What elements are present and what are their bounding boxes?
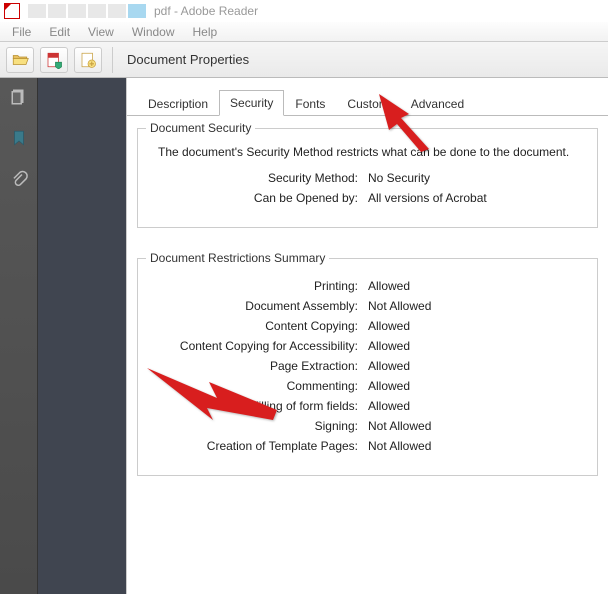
restriction-label: Printing: (148, 279, 368, 293)
save-pdf-button[interactable] (40, 47, 68, 73)
toolbar: Document Properties (0, 42, 608, 78)
thumbnails-icon[interactable] (10, 88, 28, 109)
window-thumb-active[interactable] (128, 4, 146, 18)
restriction-row: Document Assembly:Not Allowed (148, 299, 587, 313)
dialog-title: Document Properties (127, 52, 249, 67)
main-area: Description Security Fonts Custom Advanc… (0, 78, 608, 594)
restriction-value: Allowed (368, 359, 410, 373)
restriction-value: Allowed (368, 279, 410, 293)
security-method-row: Security Method: No Security (148, 171, 587, 185)
tab-fonts[interactable]: Fonts (284, 91, 336, 116)
window-thumbnails (28, 4, 146, 18)
security-intro-text: The document's Security Method restricts… (158, 145, 587, 159)
restriction-label: Commenting: (148, 379, 368, 393)
menubar: File Edit View Window Help (0, 22, 608, 42)
toolbar-separator (112, 47, 113, 73)
restriction-value: Allowed (368, 339, 410, 353)
menu-window[interactable]: Window (124, 23, 183, 41)
open-button[interactable] (6, 47, 34, 73)
restriction-label: Content Copying for Accessibility: (148, 339, 368, 353)
tab-advanced[interactable]: Advanced (400, 91, 475, 116)
restriction-label: Document Assembly: (148, 299, 368, 313)
menu-file[interactable]: File (4, 23, 39, 41)
window-title: pdf - Adobe Reader (154, 4, 258, 18)
menu-view[interactable]: View (80, 23, 122, 41)
restriction-label: Filling of form fields: (148, 399, 368, 413)
restriction-value: Not Allowed (368, 419, 431, 433)
restriction-label: Content Copying: (148, 319, 368, 333)
opened-by-row: Can be Opened by: All versions of Acroba… (148, 191, 587, 205)
window-thumb[interactable] (108, 4, 126, 18)
restriction-label: Signing: (148, 419, 368, 433)
restriction-row: Filling of form fields:Allowed (148, 399, 587, 413)
security-method-label: Security Method: (148, 171, 368, 185)
folder-open-icon (11, 51, 29, 69)
restriction-row: Commenting:Allowed (148, 379, 587, 393)
titlebar: pdf - Adobe Reader (0, 0, 608, 22)
restriction-value: Allowed (368, 399, 410, 413)
window-thumb[interactable] (68, 4, 86, 18)
group-title: Document Security (146, 121, 255, 135)
navigation-pane (0, 78, 38, 594)
window-thumb[interactable] (88, 4, 106, 18)
bookmarks-icon[interactable] (10, 129, 28, 150)
restriction-row: Printing:Allowed (148, 279, 587, 293)
restriction-label: Creation of Template Pages: (148, 439, 368, 453)
security-method-value: No Security (368, 171, 430, 185)
restriction-value: Not Allowed (368, 299, 431, 313)
adobe-reader-icon (4, 3, 20, 19)
restriction-value: Allowed (368, 379, 410, 393)
restriction-value: Allowed (368, 319, 410, 333)
attachments-icon[interactable] (10, 170, 28, 191)
menu-edit[interactable]: Edit (41, 23, 78, 41)
tab-security[interactable]: Security (219, 90, 284, 116)
restriction-row: Content Copying for Accessibility:Allowe… (148, 339, 587, 353)
menu-help[interactable]: Help (185, 23, 226, 41)
document-security-group: Document Security The document's Securit… (137, 128, 598, 228)
restriction-row: Page Extraction:Allowed (148, 359, 587, 373)
create-pdf-button[interactable] (74, 47, 102, 73)
restriction-value: Not Allowed (368, 439, 431, 453)
opened-by-value: All versions of Acrobat (368, 191, 487, 205)
restriction-row: Content Copying:Allowed (148, 319, 587, 333)
tab-strip: Description Security Fonts Custom Advanc… (127, 86, 608, 116)
new-document-icon (79, 51, 97, 69)
restriction-row: Signing:Not Allowed (148, 419, 587, 433)
tab-description[interactable]: Description (137, 91, 219, 116)
tab-custom[interactable]: Custom (336, 91, 399, 116)
restriction-row: Creation of Template Pages:Not Allowed (148, 439, 587, 453)
opened-by-label: Can be Opened by: (148, 191, 368, 205)
restrictions-group: Document Restrictions Summary Printing:A… (137, 258, 598, 476)
restriction-label: Page Extraction: (148, 359, 368, 373)
window-thumb[interactable] (48, 4, 66, 18)
document-properties-dialog: Description Security Fonts Custom Advanc… (126, 78, 608, 594)
pdf-save-icon (45, 51, 63, 69)
document-background (38, 78, 126, 594)
window-thumb[interactable] (28, 4, 46, 18)
group-title: Document Restrictions Summary (146, 251, 329, 265)
